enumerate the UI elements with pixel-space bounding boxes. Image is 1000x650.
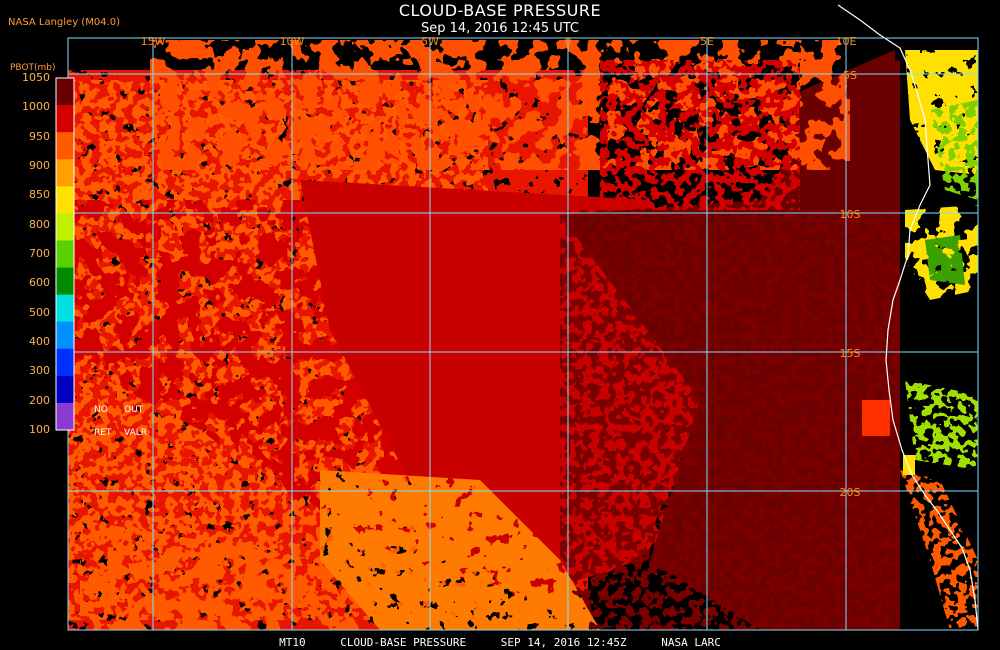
colorbar-swatch — [56, 240, 74, 269]
colorbar-tick-label: 1050 — [22, 71, 50, 84]
cloud-base-pressure-map: 15W 10W 5W 0 5E 10E 5S 10S 15S 20S — [55, 4, 979, 631]
colorbar-swatch — [56, 294, 74, 323]
colorbar-swatch — [56, 402, 74, 431]
image-timestamp: Sep 14, 2016 12:45 UTC — [420, 21, 580, 36]
colorbar-tick-label: 850 — [29, 188, 50, 202]
footer-datetime: SEP 14, 2016 12:45Z — [500, 636, 627, 649]
out-of-range-label-line2: VALR — [124, 428, 148, 438]
colorbar-tick-label: 600 — [29, 276, 50, 290]
colorbar-tick-label: 800 — [29, 217, 50, 231]
colorbar-tick-label: 700 — [29, 247, 50, 260]
latitude-label: 5S — [843, 69, 857, 82]
latitude-label: 10S — [840, 208, 861, 221]
colorbar-swatch — [56, 267, 74, 296]
longitude-label: 5W — [421, 35, 439, 48]
longitude-label: 10W — [280, 35, 305, 48]
longitude-label: 0 — [565, 35, 572, 48]
colorbar-swatch — [56, 375, 74, 404]
colorbar-tick-label: 500 — [29, 305, 50, 319]
colorbar-swatch — [56, 78, 74, 106]
colorbar-tick-label: 200 — [29, 393, 50, 407]
colorbar-swatch — [56, 132, 74, 160]
footer-agency: NASA LARC — [661, 636, 721, 649]
colorbar-swatch — [56, 159, 74, 187]
image-title: CLOUD-BASE PRESSURE — [398, 1, 602, 20]
colorbar-tick-label: 900 — [29, 159, 50, 172]
longitude-label: 15W — [141, 35, 166, 48]
colorbar-tick-label: 400 — [29, 335, 50, 348]
colorbar-swatch — [56, 213, 74, 241]
latitude-label: 20S — [840, 486, 861, 499]
footer-caption: MT10 CLOUD-BASE PRESSURE SEP 14, 2016 12… — [0, 636, 1000, 649]
satellite-map-panel: 15W 10W 5W 0 5E 10E 5S 10S 15S 20S NASA Langley … — [0, 0, 1000, 650]
colorbar — [55, 77, 75, 431]
out-of-range-label-line1: OUT — [124, 405, 144, 415]
longitude-label: 10E — [836, 35, 857, 48]
colorbar-tick-label: 300 — [29, 364, 50, 378]
latitude-label: 15S — [840, 347, 861, 360]
colorbar-tick-label: 100 — [29, 423, 50, 436]
colorbar-swatch — [56, 186, 74, 214]
cloud-field — [68, 40, 978, 630]
colorbar-tick-label: 1000 — [22, 100, 50, 114]
longitude-label: 5E — [700, 35, 714, 48]
colorbar-swatch — [56, 321, 74, 350]
footer-product: MT10 — [279, 636, 306, 649]
colorbar-swatch — [56, 348, 74, 377]
footer-parameter: CLOUD-BASE PRESSURE — [340, 636, 467, 649]
colorbar-tick-label: 950 — [29, 129, 50, 143]
no-retrieval-label-line2: RET — [94, 428, 112, 438]
no-retrieval-label-line1: NO — [94, 405, 108, 415]
colorbar-swatch — [56, 105, 74, 133]
